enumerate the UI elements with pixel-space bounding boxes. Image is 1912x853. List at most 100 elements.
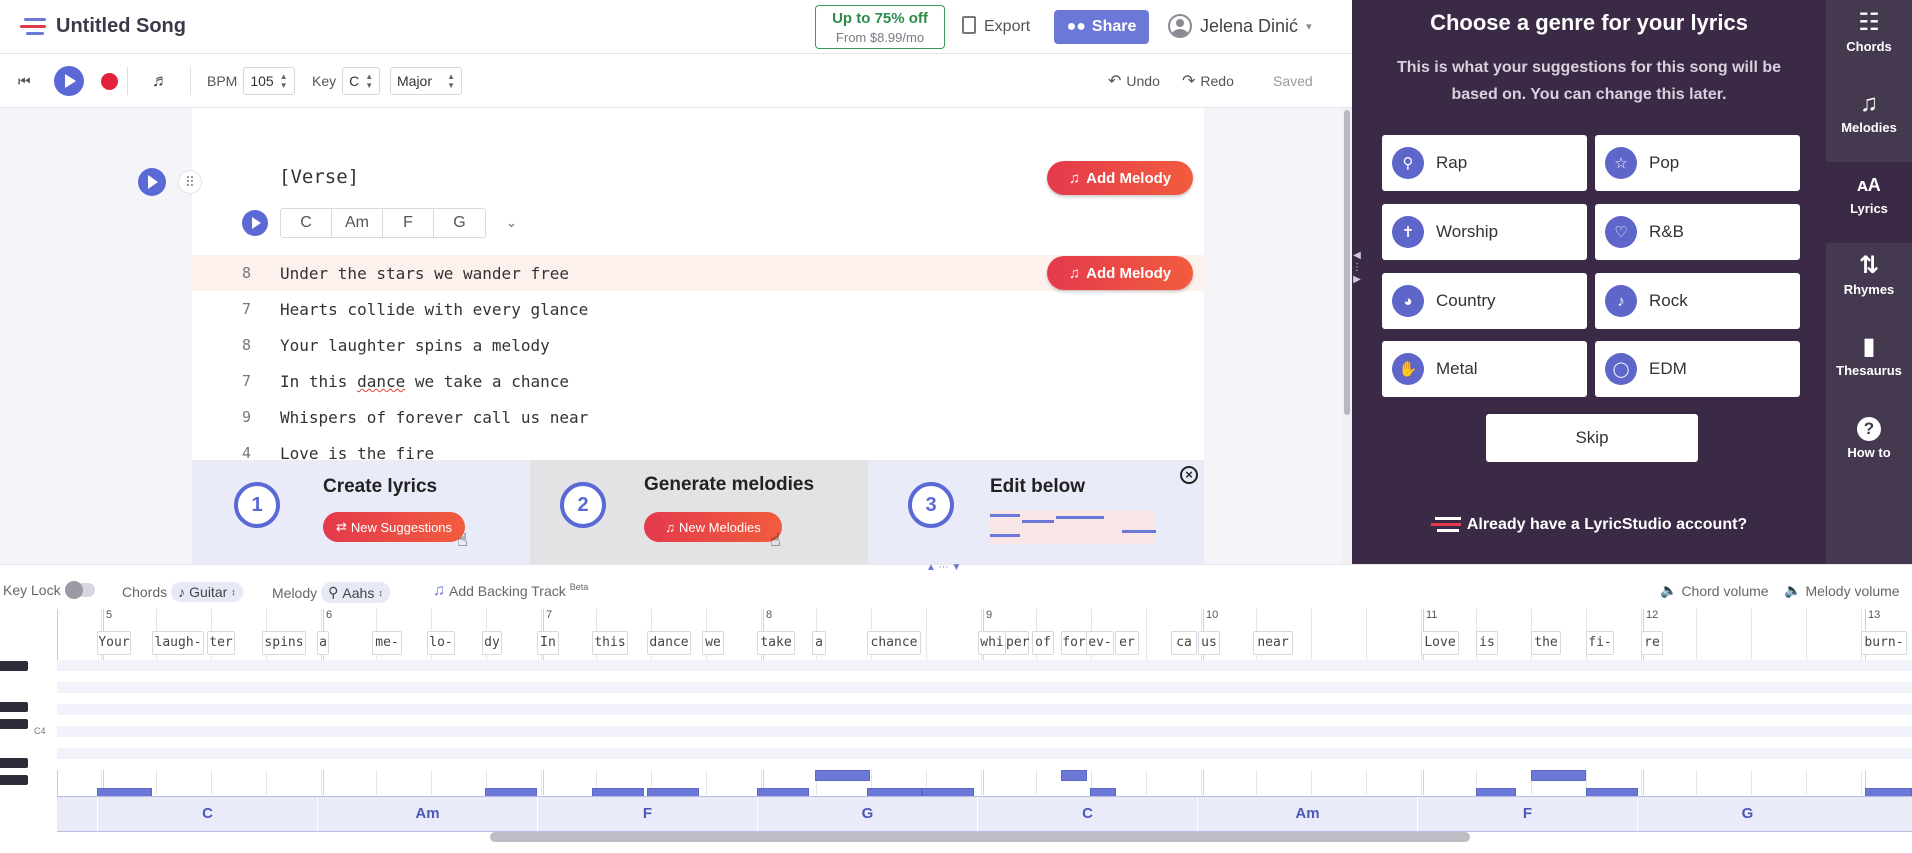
lyric-syllable[interactable]: lo- <box>427 631 455 655</box>
metronome-button[interactable]: ♬ <box>152 54 169 108</box>
genre-rap-button[interactable]: ⚲ Rap <box>1382 135 1587 191</box>
chord-block[interactable]: C <box>977 797 1197 831</box>
genre-worship-button[interactable]: ✝ Worship <box>1382 204 1587 260</box>
chord-track[interactable]: C Am F G C Am F G <box>57 796 1912 832</box>
lyric-line[interactable]: 7 Hearts collide with every glance <box>192 291 1204 327</box>
export-button[interactable]: Export <box>962 16 1030 36</box>
chord-play-button[interactable] <box>242 210 268 236</box>
chord-volume-control[interactable]: 🔈 Chord volume <box>1660 582 1769 599</box>
menu-icon[interactable] <box>20 18 46 36</box>
skip-back-button[interactable]: ⏮ <box>18 54 31 108</box>
lyric-text[interactable]: In this dance we take a chance <box>280 372 569 391</box>
chords-instrument-select[interactable]: ♪ Guitar ↕ <box>171 582 243 602</box>
pitch-row[interactable] <box>57 682 1912 693</box>
add-backing-track-button[interactable]: ♫ Add Backing Track Beta <box>433 582 588 600</box>
lyric-syllable[interactable]: ca <box>1171 631 1197 655</box>
lyric-syllable[interactable]: laugh- <box>152 631 204 655</box>
genre-pop-button[interactable]: ☆ Pop <box>1595 135 1800 191</box>
pitch-row[interactable] <box>57 737 1912 748</box>
pitch-row[interactable] <box>57 671 1912 682</box>
key-lock-control[interactable]: Key Lock <box>3 581 95 599</box>
lyric-syllable[interactable]: Your <box>97 631 131 655</box>
panel-collapse-handle-icon[interactable]: ▲ ⋯ ▼ <box>926 562 961 573</box>
lyric-syllable[interactable]: is <box>1476 631 1498 655</box>
lyric-syllable[interactable]: In <box>537 631 559 655</box>
melody-instrument-select[interactable]: ⚲ Aahs ↕ <box>321 582 390 603</box>
lyric-syllable[interactable]: chance <box>867 631 921 655</box>
lyric-syllable[interactable]: ter <box>207 631 235 655</box>
chord-box[interactable]: G <box>434 209 485 237</box>
upgrade-promo-button[interactable]: Up to 75% off From $8.99/mo <box>815 5 945 49</box>
skip-button[interactable]: Skip <box>1486 414 1698 462</box>
lyric-syllable[interactable]: the <box>1531 631 1561 655</box>
mode-select[interactable]: Major ▲ ▼ <box>390 67 462 95</box>
piano-keys[interactable] <box>0 660 57 795</box>
account-link[interactable]: Already have a LyricStudio account? <box>1352 516 1826 534</box>
song-title[interactable]: Untitled Song <box>56 15 186 38</box>
new-suggestions-button[interactable]: ⇄ New Suggestions <box>323 512 465 542</box>
lyric-text[interactable]: Love is the fire <box>280 444 434 460</box>
pitch-row[interactable] <box>57 748 1912 759</box>
drag-handle-icon[interactable]: ⠿ <box>178 170 202 194</box>
new-melodies-button[interactable]: ♫ New Melodies <box>644 512 782 542</box>
chord-block[interactable]: G <box>757 797 977 831</box>
lyric-syllable[interactable]: a <box>317 631 329 655</box>
chord-block[interactable]: F <box>1417 797 1637 831</box>
chord-block[interactable]: G <box>1637 797 1857 831</box>
melody-note[interactable] <box>1061 770 1087 781</box>
melody-note[interactable] <box>815 770 870 781</box>
sidebar-item-rhymes[interactable]: ⇅ Rhymes <box>1826 243 1912 324</box>
share-button[interactable]: ●● Share <box>1054 10 1149 44</box>
chevron-down-icon[interactable]: ⌄ <box>506 215 517 231</box>
sidebar-item-melodies[interactable]: ♫ Melodies <box>1826 81 1912 162</box>
genre-metal-button[interactable]: ✋ Metal <box>1382 341 1587 397</box>
key-lock-toggle[interactable] <box>64 581 95 599</box>
lyric-syllable[interactable]: burn- <box>1861 631 1907 655</box>
lyric-syllable[interactable]: Love <box>1421 631 1459 655</box>
panel-resize-handle-icon[interactable]: ◀ ⋮ ▶ <box>1351 250 1363 302</box>
section-label[interactable]: [Verse] <box>279 166 359 188</box>
lyric-syllable[interactable]: er <box>1115 631 1139 655</box>
redo-button[interactable]: ↷ Redo <box>1182 54 1234 108</box>
lyric-syllable[interactable]: near <box>1253 631 1293 655</box>
sidebar-item-lyrics[interactable]: ᴀA Lyrics <box>1826 162 1912 243</box>
genre-rnb-button[interactable]: ♡ R&B <box>1595 204 1800 260</box>
sidebar-item-how-to[interactable]: ? How to <box>1826 405 1912 486</box>
lyric-syllable[interactable]: fi- <box>1586 631 1614 655</box>
lyric-line[interactable]: 7 In this dance we take a chance <box>192 363 1204 399</box>
close-icon[interactable]: × <box>1180 466 1198 484</box>
lyric-text[interactable]: Hearts collide with every glance <box>280 300 588 319</box>
chord-block[interactable]: C <box>97 797 317 831</box>
user-menu[interactable]: Jelena Dinić ▾ <box>1168 14 1312 38</box>
bpm-stepper[interactable]: 105 ▲ ▼ <box>243 67 295 95</box>
lyric-syllable[interactable]: this <box>592 631 628 655</box>
genre-edm-button[interactable]: ◯ EDM <box>1595 341 1800 397</box>
chord-box[interactable]: C <box>281 209 332 237</box>
pitch-row[interactable] <box>57 715 1912 726</box>
lyric-line[interactable]: 9 Whispers of forever call us near <box>192 399 1204 435</box>
genre-country-button[interactable]: ◕ Country <box>1382 273 1587 329</box>
lyric-line[interactable]: 4 Love is the fire <box>192 435 1204 460</box>
lyric-syllable[interactable]: me- <box>372 631 402 655</box>
chord-box[interactable]: F <box>383 209 434 237</box>
sidebar-item-thesaurus[interactable]: ▮ Thesaurus <box>1826 324 1912 405</box>
lyric-syllable[interactable]: take <box>757 631 795 655</box>
lyric-syllable[interactable]: of <box>1032 631 1054 655</box>
chord-block[interactable]: F <box>537 797 757 831</box>
lyric-syllable[interactable]: ev- <box>1086 631 1114 655</box>
lyric-syllable[interactable]: us <box>1198 631 1220 655</box>
chord-block[interactable]: Am <box>1197 797 1417 831</box>
scrollbar-thumb[interactable] <box>1344 110 1350 415</box>
lyric-text[interactable]: Your laughter spins a melody <box>280 336 550 355</box>
play-button[interactable] <box>54 66 84 96</box>
add-melody-button[interactable]: ♫ Add Melody <box>1047 161 1193 195</box>
lyric-syllable[interactable]: re <box>1641 631 1663 655</box>
lyric-syllable[interactable]: dance <box>647 631 691 655</box>
melody-note[interactable] <box>1531 770 1586 781</box>
pitch-row[interactable] <box>57 693 1912 704</box>
sidebar-item-chords[interactable]: ☷ Chords <box>1826 0 1912 81</box>
lyric-syllable[interactable]: we <box>702 631 724 655</box>
spellcheck-word[interactable]: dance <box>357 372 405 391</box>
lyric-text[interactable]: Whispers of forever call us near <box>280 408 588 427</box>
add-melody-button[interactable]: ♫ Add Melody <box>1047 256 1193 290</box>
